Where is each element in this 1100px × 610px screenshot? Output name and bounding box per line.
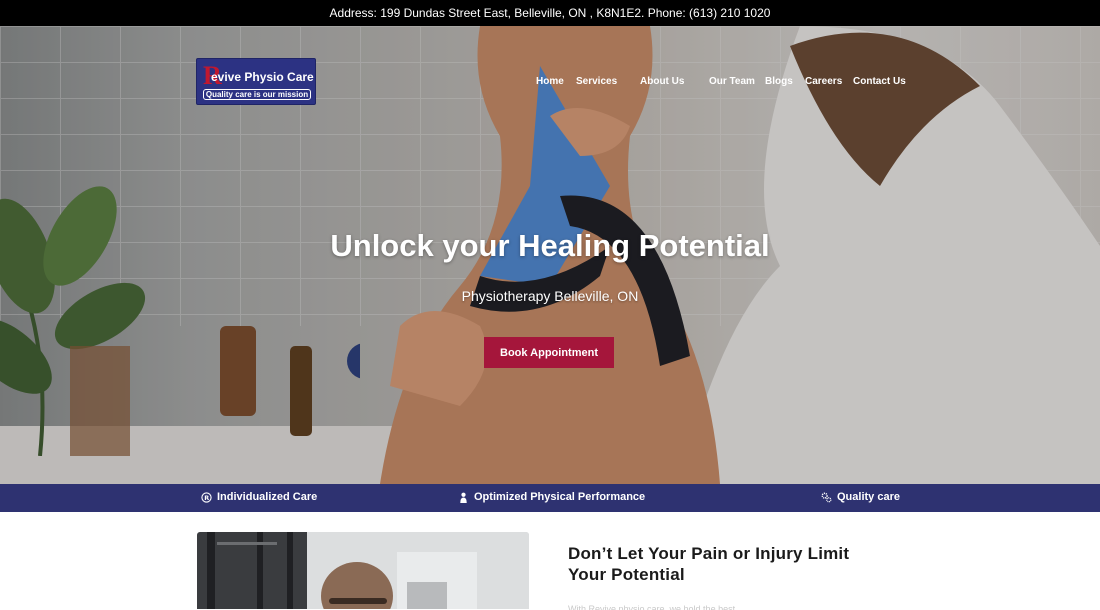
registered-icon: R [201, 491, 212, 503]
intro-heading: Don’t Let Your Pain or Injury Limit Your… [568, 544, 850, 584]
svg-text:R: R [204, 493, 209, 501]
feature-individualized-care: R Individualized Care [201, 491, 317, 503]
hero-subtitle: Physiotherapy Belleville, ON [461, 288, 639, 304]
nav-home[interactable]: Home [536, 76, 564, 87]
address-phone-text: Address: 199 Dundas Street East, Bellevi… [329, 6, 771, 20]
logo-tagline: Quality care is our mission [203, 89, 311, 100]
nav-about-us[interactable]: About Us [640, 76, 684, 87]
nav-careers[interactable]: Careers [805, 76, 842, 87]
nav-contact-us[interactable]: Contact Us [853, 76, 906, 87]
feature-label: Individualized Care [217, 491, 318, 503]
clinic-photo [197, 532, 529, 609]
main-nav: Home Services About Us Our Team Blogs Ca… [0, 76, 1100, 90]
feature-optimized-performance: Optimized Physical Performance [458, 491, 645, 503]
hero-title: Unlock your Healing Potential [330, 228, 770, 263]
doctor-image [197, 532, 529, 609]
intro-text: With Revive physio care, we hold the bes… [568, 604, 746, 610]
nav-blogs[interactable]: Blogs [765, 76, 793, 87]
feature-label: Optimized Physical Performance [474, 491, 646, 503]
book-appointment-button[interactable]: Book Appointment [484, 337, 614, 368]
nav-our-team[interactable]: Our Team [709, 76, 755, 87]
person-icon [460, 492, 467, 503]
feature-quality-care: Quality care [821, 491, 900, 503]
features-bar: R Individualized Care Optimized Physical… [0, 484, 1100, 512]
address-bar: Address: 199 Dundas Street East, Bellevi… [0, 0, 1100, 26]
gears-icon [821, 492, 832, 502]
feature-label: Quality care [837, 491, 900, 503]
nav-services[interactable]: Services [576, 76, 617, 87]
